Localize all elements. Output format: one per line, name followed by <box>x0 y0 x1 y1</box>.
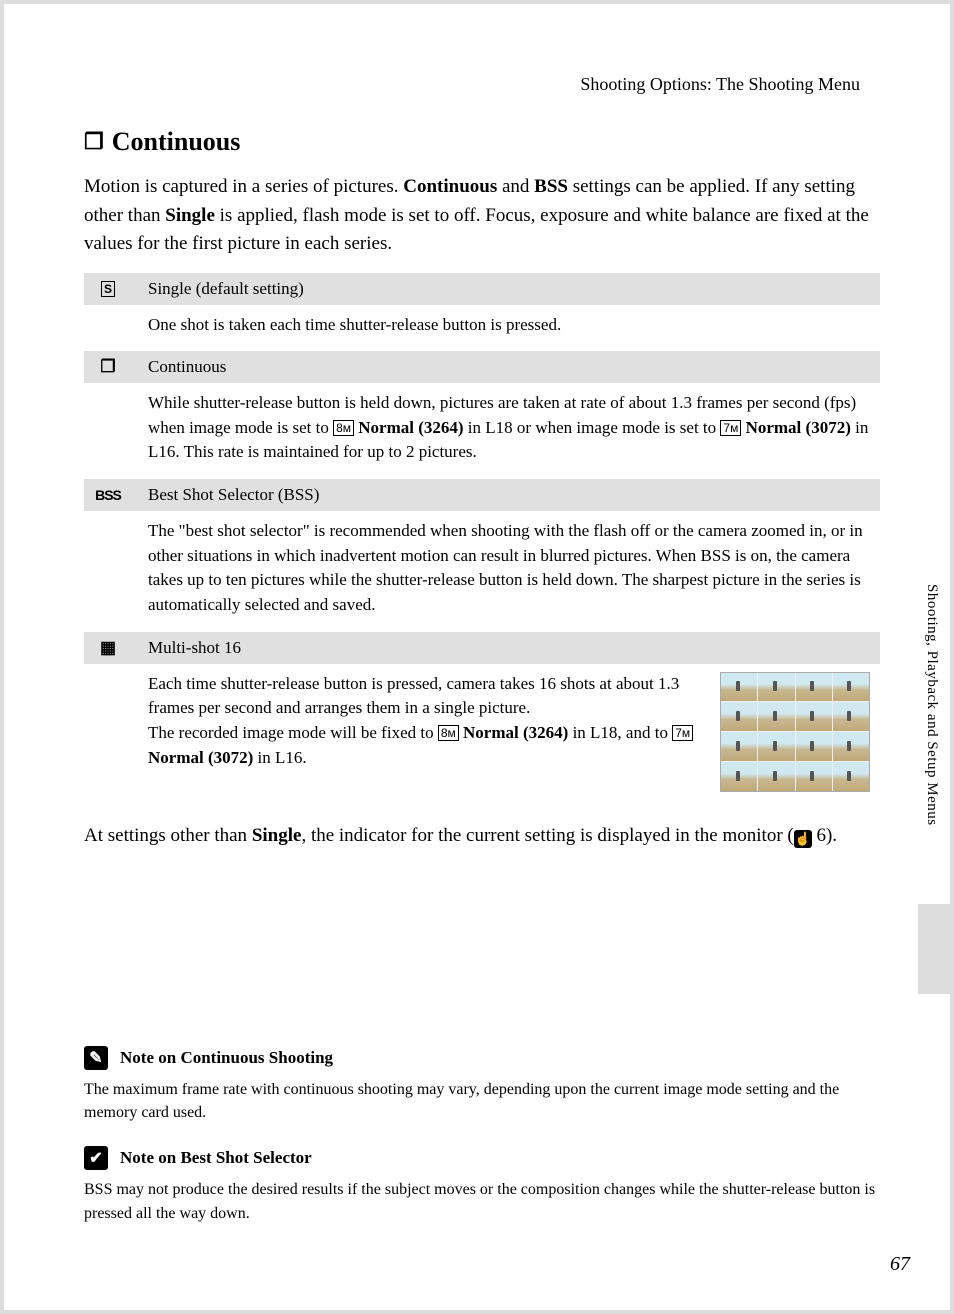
intro-text: and <box>497 176 534 197</box>
row-continuous-body: While shutter-release button is held dow… <box>84 383 880 479</box>
bss-label: Best Shot Selector (BSS) <box>148 485 319 505</box>
continuous-label: Continuous <box>148 357 226 377</box>
single-icon: S <box>94 279 122 299</box>
bold: Normal (3264) <box>354 418 464 437</box>
page-title: Continuous <box>84 127 880 157</box>
mode-badge-7m: 7ᴍ <box>720 420 741 436</box>
multi-label: Multi-shot 16 <box>148 638 241 658</box>
bss-icon: BSS <box>94 487 122 503</box>
text: in L18, and to <box>568 723 672 742</box>
modes-table: S Single (default setting) One shot is t… <box>84 273 880 806</box>
row-bss-body: The "best shot selector" is recommended … <box>84 511 880 632</box>
side-tab-block <box>918 904 950 994</box>
text: 6). <box>812 825 837 846</box>
intro-bold: BSS <box>534 176 568 197</box>
note2-title: Note on Best Shot Selector <box>120 1148 312 1168</box>
single-icon-glyph: S <box>101 281 115 297</box>
row-multi-head: Multi-shot 16 <box>84 632 880 664</box>
intro-bold: Single <box>165 205 215 226</box>
text: At settings other than <box>84 825 252 846</box>
intro-paragraph: Motion is captured in a series of pictur… <box>84 173 880 259</box>
bold: Normal (3072) <box>741 418 851 437</box>
note1-title: Note on Continuous Shooting <box>120 1048 333 1068</box>
bold: Normal (3072) <box>148 748 253 767</box>
intro-text: Motion is captured in a series of pictur… <box>84 176 403 197</box>
note1-body: The maximum frame rate with continuous s… <box>84 1078 880 1124</box>
text: Each time shutter-release button is pres… <box>148 674 679 718</box>
section-header: Shooting Options: The Shooting Menu <box>84 74 880 95</box>
mode-badge-8m: 8ᴍ <box>438 725 459 741</box>
row-bss-head: BSS Best Shot Selector (BSS) <box>84 479 880 511</box>
text: , the indicator for the current setting … <box>301 825 793 846</box>
multishot-sample-image <box>720 672 870 792</box>
bold: Normal (3264) <box>459 723 569 742</box>
single-label: Single (default setting) <box>148 279 304 299</box>
text: in L18 or when image mode is set to <box>464 418 721 437</box>
note2-head: ✔ Note on Best Shot Selector <box>84 1146 880 1170</box>
mode-badge-8m: 8ᴍ <box>333 420 354 436</box>
side-tab-label: Shooting, Playback and Setup Menus <box>923 584 940 826</box>
continuous-icon <box>84 129 104 155</box>
row-single-head: S Single (default setting) <box>84 273 880 305</box>
manual-page: Shooting Options: The Shooting Menu Cont… <box>0 0 954 1314</box>
note2-body: BSS may not produce the desired results … <box>84 1178 880 1224</box>
title-text: Continuous <box>112 127 241 157</box>
text: The recorded image mode will be fixed to <box>148 723 438 742</box>
page-number: 67 <box>890 1253 910 1276</box>
bottom-paragraph: At settings other than Single, the indic… <box>84 822 880 851</box>
intro-bold: Continuous <box>403 176 497 197</box>
check-icon: ✔ <box>84 1146 108 1170</box>
reference-icon: ☝ <box>794 830 812 848</box>
continuous-icon <box>94 357 122 377</box>
multishot-icon <box>94 638 122 658</box>
row-multi-body: Each time shutter-release button is pres… <box>84 664 880 806</box>
note1-head: ✎ Note on Continuous Shooting <box>84 1046 880 1070</box>
mode-badge-7m: 7ᴍ <box>672 725 693 741</box>
pencil-icon: ✎ <box>84 1046 108 1070</box>
row-continuous-head: Continuous <box>84 351 880 383</box>
row-single-body: One shot is taken each time shutter-rele… <box>84 305 880 352</box>
notes: ✎ Note on Continuous Shooting The maximu… <box>84 1046 880 1247</box>
bold: Single <box>252 825 302 846</box>
multi-text: Each time shutter-release button is pres… <box>148 672 700 792</box>
text: in L16. <box>253 748 306 767</box>
